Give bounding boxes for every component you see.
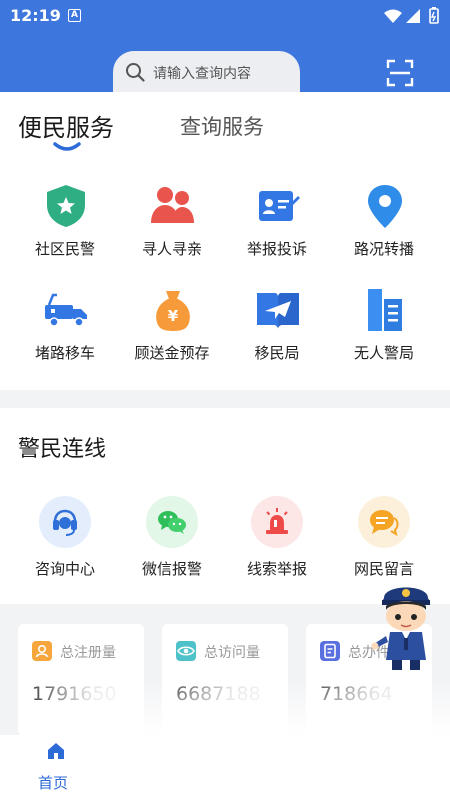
status-bar: 12:19 A bbox=[0, 0, 450, 30]
contact-consult-center[interactable]: 咨询中心 bbox=[10, 496, 120, 596]
police-mascot-icon[interactable] bbox=[370, 574, 442, 674]
shield-star-icon bbox=[47, 185, 85, 227]
svg-text:¥: ¥ bbox=[168, 307, 179, 325]
tab-convenience-services[interactable]: 便民服务 bbox=[18, 108, 114, 143]
id-card-pen-icon bbox=[259, 191, 300, 221]
service-label: 路况转播 bbox=[353, 240, 414, 258]
contact-clue-report[interactable]: 线索举报 bbox=[222, 496, 332, 596]
location-pin-icon bbox=[368, 185, 402, 228]
stat-label: 总注册量 bbox=[60, 645, 116, 661]
service-label: 举报投诉 bbox=[246, 240, 307, 258]
service-immigration[interactable]: 移民局 bbox=[222, 287, 332, 377]
bottom-nav: 首页 bbox=[0, 735, 450, 800]
contact-wechat-alarm[interactable]: 微信报警 bbox=[117, 496, 227, 596]
service-community-police[interactable]: 社区民警 bbox=[10, 183, 120, 273]
contact-label: 微信报警 bbox=[141, 560, 202, 578]
status-time: 12:19 bbox=[10, 6, 61, 25]
document-icon bbox=[320, 641, 340, 661]
section-title: 警民连线 bbox=[18, 437, 107, 462]
buildings-icon bbox=[368, 289, 402, 331]
chat-bubble-icon bbox=[370, 510, 399, 537]
book-plane-icon bbox=[257, 293, 299, 329]
people-icon bbox=[151, 187, 194, 223]
tab-query-services[interactable]: 查询服务 bbox=[180, 111, 264, 141]
search-placeholder: 请输入查询内容 bbox=[153, 66, 251, 82]
service-report-complaint[interactable]: 举报投诉 bbox=[222, 183, 332, 273]
nav-home-label[interactable]: 首页 bbox=[38, 772, 68, 793]
status-icons bbox=[384, 7, 439, 24]
tow-truck-icon bbox=[45, 293, 87, 327]
contact-label: 咨询中心 bbox=[34, 560, 95, 578]
home-icon[interactable] bbox=[46, 741, 66, 761]
service-deposit[interactable]: ¥ 顾送金预存 bbox=[117, 287, 227, 377]
eye-icon bbox=[176, 641, 196, 661]
notification-icon: A bbox=[68, 9, 81, 22]
money-bag-icon: ¥ bbox=[156, 291, 190, 331]
service-traffic-broadcast[interactable]: 路况转播 bbox=[329, 183, 439, 273]
stat-label: 总访问量 bbox=[204, 645, 260, 661]
service-label: 堵路移车 bbox=[34, 344, 95, 362]
wechat-icon bbox=[158, 511, 186, 534]
service-unmanned-station[interactable]: 无人警局 bbox=[329, 287, 439, 377]
search-icon bbox=[126, 63, 145, 82]
service-label: 移民局 bbox=[254, 344, 300, 362]
search-input[interactable]: 请输入查询内容 bbox=[113, 51, 300, 93]
service-label: 寻人寻亲 bbox=[141, 240, 202, 258]
contact-label: 线索举报 bbox=[246, 560, 307, 578]
service-label: 无人警局 bbox=[353, 344, 414, 362]
service-move-car[interactable]: 堵路移车 bbox=[10, 287, 120, 377]
scan-icon[interactable] bbox=[386, 59, 414, 87]
user-icon bbox=[32, 641, 52, 661]
tab-indicator bbox=[53, 142, 81, 151]
service-find-people[interactable]: 寻人寻亲 bbox=[117, 183, 227, 273]
alarm-light-icon bbox=[266, 508, 288, 534]
service-label: 社区民警 bbox=[34, 240, 95, 258]
service-label: 顾送金预存 bbox=[134, 344, 210, 362]
headset-icon bbox=[53, 509, 77, 536]
